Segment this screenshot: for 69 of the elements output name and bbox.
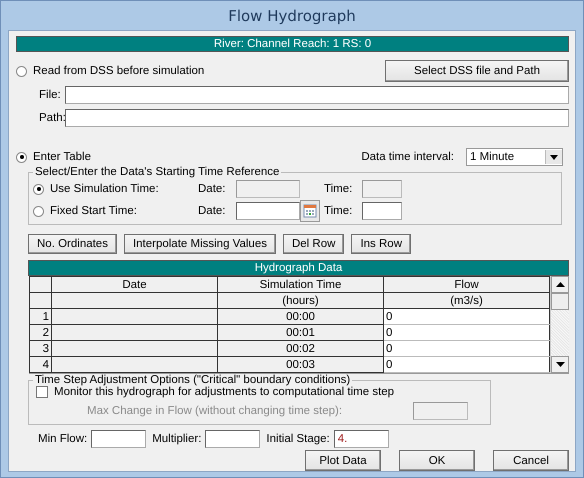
field-label: Multiplier: [152,433,202,445]
scroll-up-button[interactable] [551,276,569,293]
date-label: Date: [198,205,226,217]
dialog-button[interactable]: Cancel [493,450,569,471]
field-label: Initial Stage: [266,433,330,445]
radio-label: Use Simulation Time: [50,183,159,195]
group-title: Select/Enter the Data's Starting Time Reference [34,166,280,178]
table-cell: 00:01 [218,324,384,340]
row-number: 1 [30,308,52,324]
column-header: Date [52,276,218,292]
scrollbar[interactable] [550,276,569,373]
dialog-button[interactable]: Plot Data [305,450,381,471]
interval-dropdown[interactable]: 1 Minute [466,148,563,166]
table-action-button[interactable]: Ins Row [351,234,411,254]
calendar-button[interactable] [300,200,320,222]
table-cell[interactable]: 0 [384,340,550,356]
input-field[interactable]: 4. [334,430,389,448]
table-cell[interactable]: 0 [384,356,550,372]
radio-button[interactable] [33,206,44,216]
unit-header: (hours) [218,292,384,308]
time-label: Time: [324,205,354,217]
max-change-label: Max Change in Flow (without changing time step): [87,405,342,417]
scroll-down-button[interactable] [551,356,569,373]
table-cell: 00:02 [218,340,384,356]
table-action-button[interactable]: No. Ordinates [28,234,117,254]
radio-label: Read from DSS before simulation [33,65,204,77]
radio-label: Enter Table [33,151,91,163]
table-action-button[interactable]: Del Row [282,234,344,254]
select-dss-button[interactable]: Select DSS file and Path [385,60,569,82]
table-cell: 00:03 [218,356,384,372]
corner-cell [30,276,52,292]
radio-button[interactable] [16,152,27,162]
down-arrow-icon [556,362,564,367]
up-arrow-icon [556,282,564,287]
field-label: Min Flow: [38,433,88,445]
table-cell[interactable]: 0 [384,324,550,340]
radio-button[interactable] [16,66,27,76]
group-title: Time Step Adjustment Options ("Critical" boundary conditions) [34,374,352,386]
date-label: Date: [198,183,226,195]
row-number: 2 [30,324,52,340]
corner-cell [30,292,52,308]
field-label: Path: [38,112,65,124]
location-bar: River: Channel Reach: 1 RS: 0 [16,36,569,52]
checkbox[interactable] [36,386,48,398]
table-action-button[interactable]: Interpolate Missing Values [124,234,276,254]
input-field[interactable] [205,430,260,448]
radio-label: Fixed Start Time: [50,205,137,217]
table-cell: 00:00 [218,308,384,324]
row-number: 4 [30,356,52,372]
window-title: Flow Hydrograph [227,6,357,27]
unit-header: (m3/s) [384,292,550,308]
table-cell[interactable]: 0 [384,308,550,324]
time-label: Time: [324,183,354,195]
column-header: Flow [384,276,550,292]
checkbox-label: Monitor this hydrograph for adjustments to computational time step [54,386,394,398]
input-field[interactable] [65,109,569,127]
scroll-thumb[interactable] [551,293,569,310]
radio-button[interactable] [33,184,44,194]
table-title-bar: Hydrograph Data [28,260,569,276]
row-number: 3 [30,340,52,356]
interval-label: Data time interval: [361,151,454,163]
date-field[interactable] [236,202,300,220]
column-header: Simulation Time [218,276,384,292]
input-field[interactable] [65,86,569,104]
field-label: File: [38,89,62,101]
dialog-button[interactable]: OK [399,450,475,471]
input-field[interactable] [91,430,146,448]
time-field[interactable] [362,202,402,220]
calendar-icon [303,204,317,218]
